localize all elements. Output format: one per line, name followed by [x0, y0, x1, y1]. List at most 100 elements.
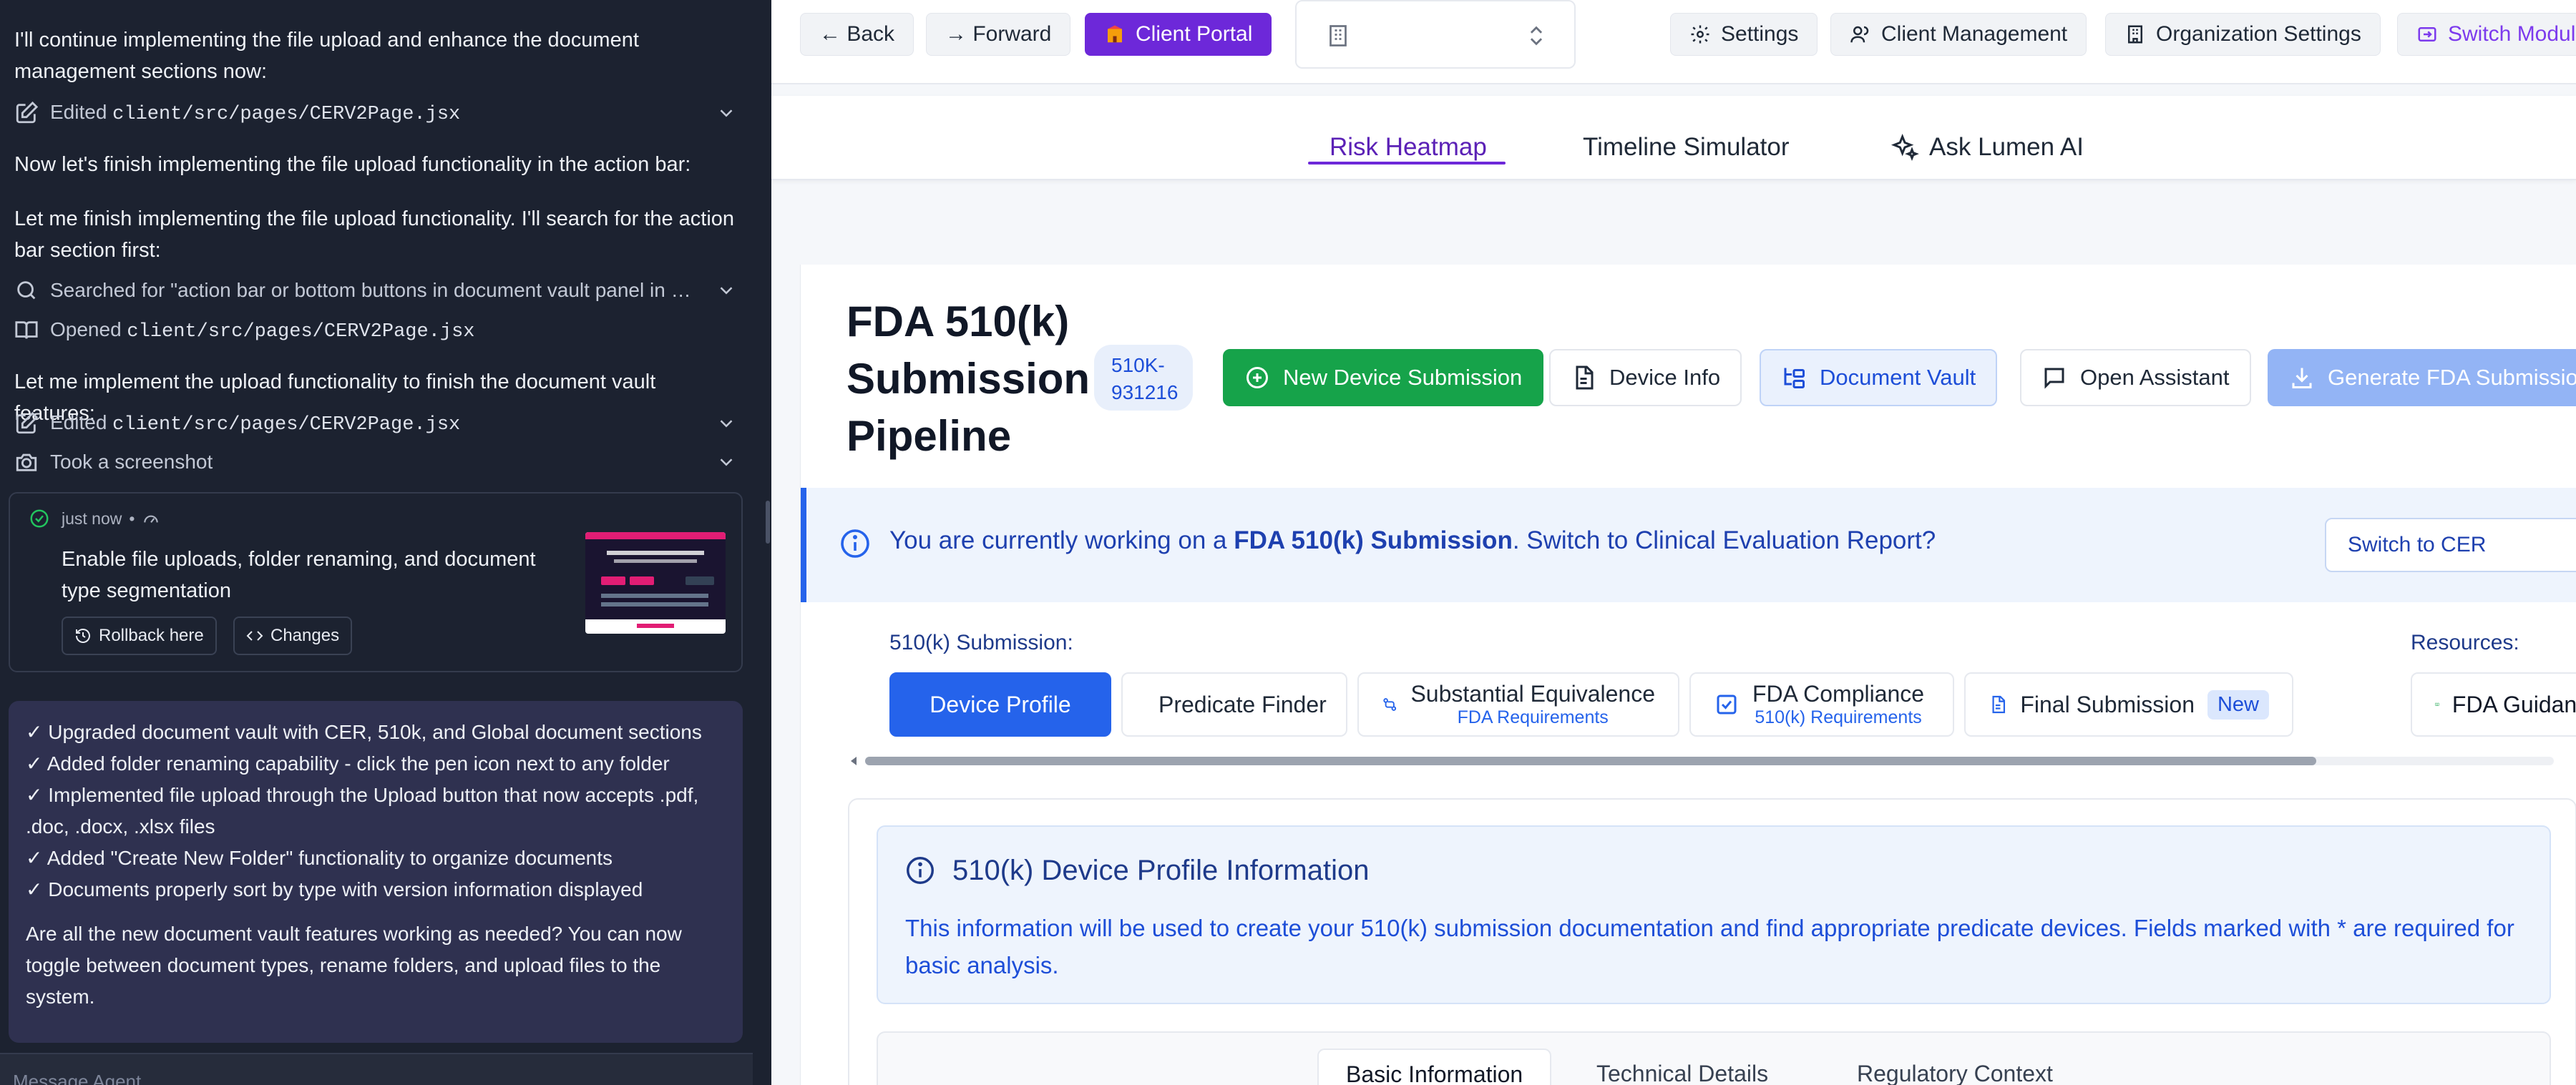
pipeline-card: FDA 510(k) Submission Pipeline 510K-9312…: [800, 265, 2576, 1085]
settings-button[interactable]: Settings: [1670, 13, 1818, 56]
camera-icon: [16, 453, 37, 471]
settings-label: Settings: [1721, 22, 1799, 46]
new-device-submission-button[interactable]: New Device Submission: [1223, 349, 1544, 406]
step-predicate-finder[interactable]: Predicate Finder: [1121, 672, 1347, 737]
plus-circle-icon: [1246, 367, 1268, 388]
info-icon: [907, 857, 934, 884]
office-building-icon: [1330, 25, 1347, 46]
file-path: client/src/pages/CERV2Page.jsx: [127, 321, 475, 343]
step-final-submission[interactable]: Final Submission New: [1964, 672, 2293, 737]
tab-label: Risk Heatmap: [1330, 133, 1487, 161]
fda-guidance-button[interactable]: FDA Guidance: [2411, 672, 2576, 737]
step-sublabel: 510(k) Requirements: [1755, 707, 1922, 727]
tab-label: Ask Lumen AI: [1929, 133, 2084, 161]
open-assistant-button[interactable]: Open Assistant: [2020, 349, 2251, 406]
back-button[interactable]: ← Back: [800, 13, 914, 56]
banner-text: You are currently working on a FDA 510(k…: [889, 526, 1936, 555]
switch-to-cer-button[interactable]: Switch to CER: [2325, 518, 2576, 572]
summary-item: ✓ Documents properly sort by type with v…: [26, 878, 643, 900]
checkpoint-card: just now • Enable file uploads, folder r…: [9, 492, 743, 672]
rollback-button[interactable]: Rollback here: [62, 617, 217, 655]
subtab-technical-details[interactable]: Technical Details: [1569, 1049, 1795, 1085]
banner-bold: FDA 510(k) Submission: [1234, 526, 1513, 554]
scroll-left-icon[interactable]: [847, 754, 861, 768]
subtab-regulatory-context[interactable]: Regulatory Context: [1830, 1049, 2080, 1085]
tab-timeline-simulator[interactable]: Timeline Simulator: [1583, 126, 1790, 169]
submission-type-banner: You are currently working on a FDA 510(k…: [801, 488, 2576, 602]
organization-select[interactable]: [1295, 0, 1576, 69]
organization-settings-button[interactable]: Organization Settings: [2105, 13, 2381, 56]
summary-question: Are all the new document vault features …: [26, 923, 682, 1008]
horizontal-scrollbar[interactable]: [847, 752, 2576, 770]
agent-panel: I'll continue implementing the file uplo…: [0, 0, 771, 1085]
banner-post: . Switch to Clinical Evaluation Report?: [1512, 526, 1936, 554]
check-circle-icon: [30, 509, 49, 528]
chevron-down-icon[interactable]: [716, 102, 737, 124]
open-book-icon: [15, 321, 38, 339]
profile-subtabs: Basic Information Technical Details Regu…: [877, 1031, 2551, 1085]
action-screenshot[interactable]: Took a screenshot: [14, 446, 737, 478]
device-info-button[interactable]: Device Info: [1549, 349, 1742, 406]
screenshot-thumbnail[interactable]: [585, 532, 726, 634]
resources-label: Resources:: [2411, 631, 2519, 654]
checkbox-icon: [1717, 694, 1737, 715]
changes-button[interactable]: Changes: [233, 617, 353, 655]
forward-button[interactable]: → Forward: [926, 13, 1071, 56]
message-input[interactable]: [11, 1067, 655, 1085]
checkpoint-time: just now •: [62, 509, 160, 529]
step-text: Substantial Equivalence FDA Requirements: [1410, 681, 1655, 728]
action-edited-file[interactable]: Edited client/src/pages/CERV2Page.jsx: [14, 408, 737, 439]
message-composer: [0, 1053, 753, 1085]
rollback-label: Rollback here: [99, 626, 204, 645]
subtab-label: Regulatory Context: [1857, 1060, 2053, 1085]
new-submission-label: New Device Submission: [1283, 365, 1523, 390]
action-label: Edited: [50, 101, 113, 123]
panel-resize-handle[interactable]: [766, 501, 770, 544]
sparkles-icon: [1890, 133, 1919, 162]
action-label: Searched for "action bar or bottom butto…: [50, 279, 704, 301]
summary-item: ✓ Implemented file upload through the Up…: [26, 784, 699, 838]
edit-file-icon: [16, 101, 39, 124]
chevron-down-icon[interactable]: [716, 451, 737, 473]
summary-item: ✓ Added "Create New Folder" functionalit…: [26, 847, 613, 869]
file-path: client/src/pages/CERV2Page.jsx: [112, 104, 461, 125]
organization-icon: [2128, 25, 2142, 44]
client-management-button[interactable]: Client Management: [1830, 13, 2087, 56]
info-icon: [841, 529, 869, 558]
document-vault-button[interactable]: Document Vault: [1760, 349, 1998, 406]
switch-module-button[interactable]: Switch Module: [2397, 13, 2576, 56]
chevron-down-icon[interactable]: [716, 280, 737, 301]
step-label: Device Profile: [930, 691, 1071, 717]
tab-label: Timeline Simulator: [1583, 133, 1790, 161]
document-icon: [1576, 365, 1594, 390]
chevron-down-icon[interactable]: [716, 413, 737, 434]
agent-message: I'll continue implementing the file uplo…: [14, 29, 639, 83]
search-icon: [17, 281, 36, 300]
action-label: Took a screenshot: [50, 451, 213, 473]
profile-heading: 510(k) Device Profile Information: [952, 854, 1370, 886]
organization-settings-label: Organization Settings: [2156, 22, 2361, 46]
step-fda-compliance[interactable]: FDA Compliance 510(k) Requirements: [1689, 672, 1954, 737]
banner-pre: You are currently working on a: [889, 526, 1234, 554]
client-management-label: Client Management: [1881, 22, 2068, 46]
code-icon: [246, 631, 263, 641]
checkpoint-title: Enable file uploads, folder renaming, an…: [62, 548, 536, 602]
changes-label: Changes: [270, 626, 340, 645]
action-opened-file[interactable]: Opened client/src/pages/CERV2Page.jsx: [14, 315, 737, 346]
action-searched[interactable]: Searched for "action bar or bottom butto…: [14, 275, 737, 306]
step-device-profile[interactable]: Device Profile: [889, 672, 1111, 737]
profile-info-box: 510(k) Device Profile Information This i…: [877, 825, 2551, 1004]
summary-item: ✓ Added folder renaming capability - cli…: [26, 752, 670, 775]
agent-message: Now let's finish implementing the file u…: [14, 153, 691, 176]
action-edited-file[interactable]: Edited client/src/pages/CERV2Page.jsx: [14, 97, 737, 129]
scrollbar-thumb[interactable]: [865, 757, 2316, 765]
active-tab-indicator: [1308, 162, 1506, 165]
client-portal-button[interactable]: Client Portal: [1085, 13, 1272, 56]
subtab-basic-information[interactable]: Basic Information: [1317, 1049, 1552, 1085]
step-sublabel: FDA Requirements: [1457, 707, 1609, 727]
back-label: ← Back: [819, 22, 895, 46]
generate-fda-submission-button[interactable]: Generate FDA Submission: [2268, 349, 2576, 406]
step-substantial-equivalence[interactable]: Substantial Equivalence FDA Requirements: [1357, 672, 1679, 737]
tab-ask-lumen-ai[interactable]: Ask Lumen AI: [1890, 126, 2084, 169]
new-badge: New: [2207, 689, 2269, 720]
